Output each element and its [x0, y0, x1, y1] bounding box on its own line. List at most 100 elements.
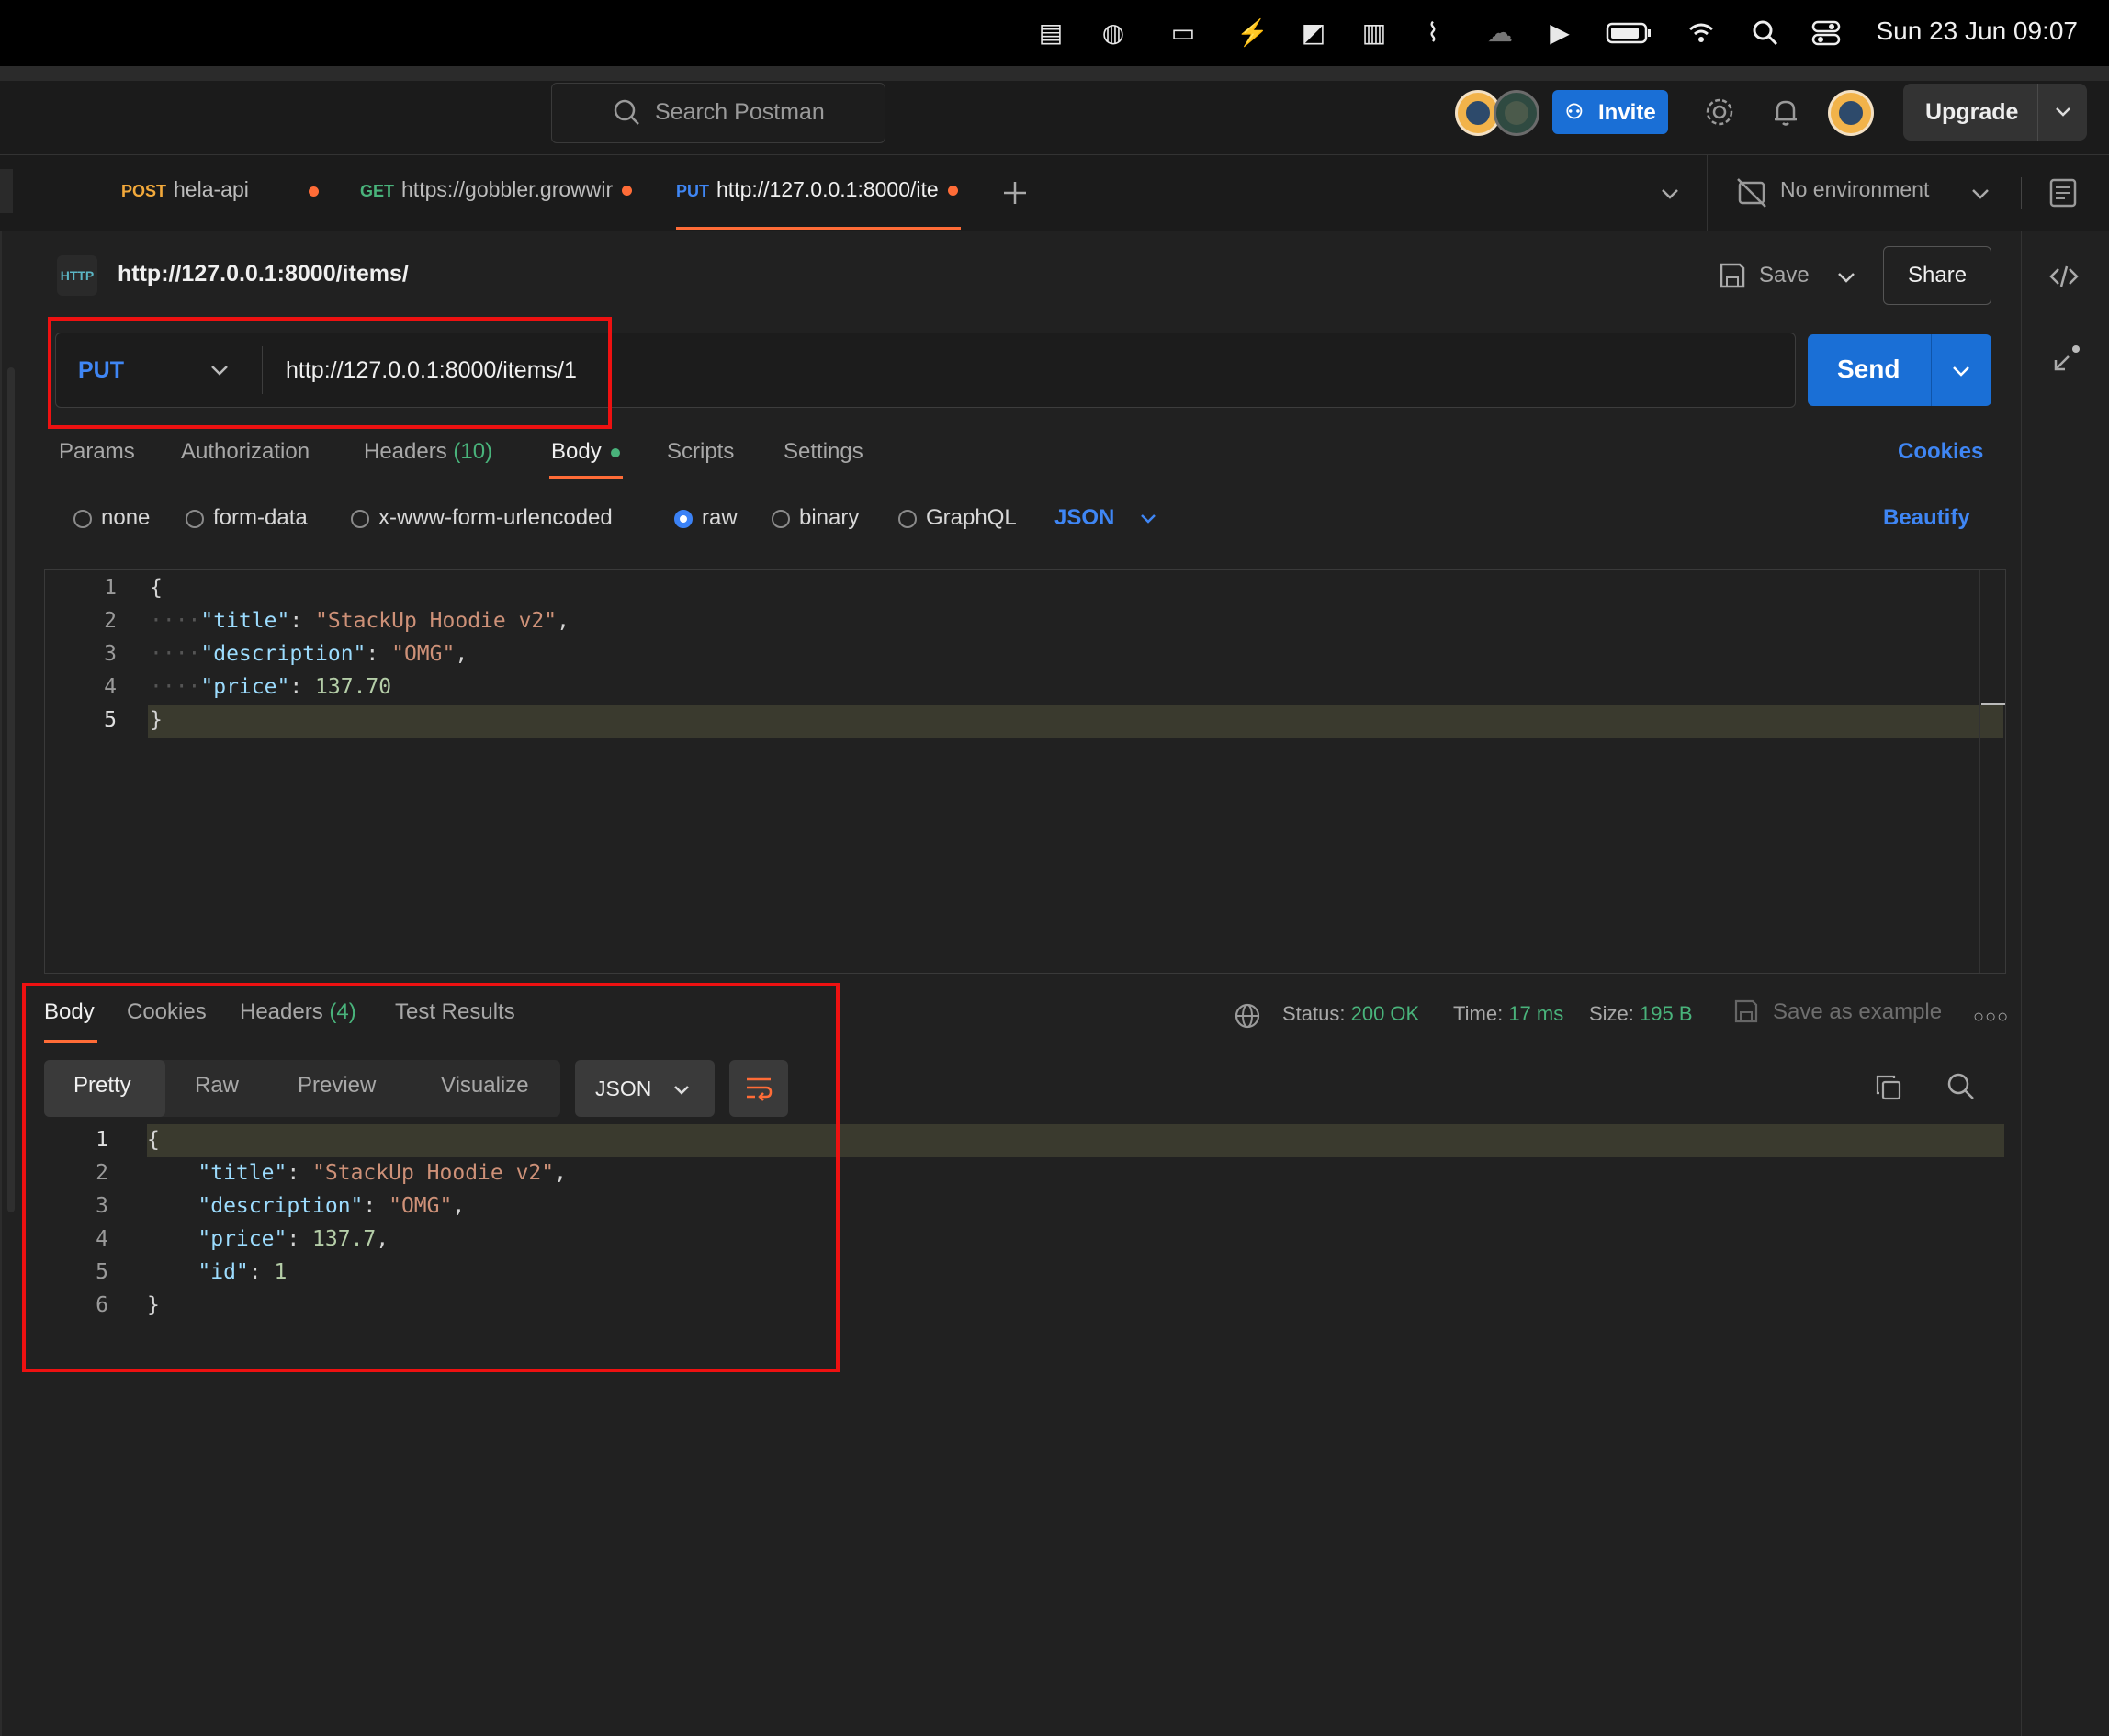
line-number: 4: [104, 675, 117, 699]
tab-scripts[interactable]: Scripts: [667, 439, 734, 465]
right-sidebar-divider: [2021, 231, 2022, 1736]
search-icon: [613, 98, 642, 128]
sidebar-toggle[interactable]: [0, 169, 13, 213]
search-input[interactable]: Search Postman: [551, 83, 885, 143]
radio-raw[interactable]: raw: [674, 505, 738, 531]
tab-settings[interactable]: Settings: [784, 439, 863, 465]
beautify-button[interactable]: Beautify: [1883, 505, 1970, 531]
new-tab-plus-icon[interactable]: [1001, 179, 1029, 207]
divider: [1707, 155, 1708, 231]
add-user-icon: ⚇: [1565, 100, 1584, 123]
code-icon[interactable]: [2048, 261, 2080, 292]
tabs-dropdown-chevron-icon[interactable]: [1659, 183, 1681, 205]
chevron-down-icon[interactable]: [1137, 507, 1159, 529]
environment-quick-look-icon[interactable]: [2048, 177, 2080, 209]
send-button[interactable]: Send: [1808, 334, 1991, 406]
search-icon[interactable]: [1945, 1071, 1977, 1102]
divider: [2037, 84, 2038, 141]
save-dropdown-chevron-icon[interactable]: [1835, 266, 1857, 288]
window-icon[interactable]: ▭: [1168, 18, 1198, 48]
highlight-box: [22, 983, 840, 1372]
tab-params[interactable]: Params: [59, 439, 135, 465]
tab-headers[interactable]: Headers (10): [364, 439, 492, 465]
cookies-link[interactable]: Cookies: [1898, 439, 1983, 465]
more-options-icon[interactable]: ○○○: [1973, 1007, 2009, 1028]
active-tab-indicator: [676, 227, 961, 230]
left-sidebar-edge: [0, 231, 2, 1736]
request-title[interactable]: http://127.0.0.1:8000/items/: [118, 261, 409, 287]
save-icon: [1732, 998, 1760, 1025]
play-icon[interactable]: ▶: [1545, 18, 1574, 48]
divider: [2021, 177, 2022, 209]
save-as-example-button[interactable]: Save as example: [1773, 999, 1942, 1025]
format-selector[interactable]: JSON: [1054, 505, 1114, 531]
tab-body[interactable]: Body: [551, 439, 620, 465]
scroll-marker: [1981, 703, 2005, 705]
share-button[interactable]: Share: [1883, 246, 1991, 305]
no-environment-icon: [1736, 177, 1767, 209]
cloud-icon[interactable]: ☁: [1479, 18, 1521, 48]
globe-icon[interactable]: [1233, 1001, 1262, 1031]
user-avatar[interactable]: [1828, 90, 1874, 136]
radio-binary[interactable]: binary: [772, 505, 859, 531]
bolt-app-icon[interactable]: ⚡: [1236, 18, 1269, 48]
clock: Sun 23 Jun 09:07: [1876, 17, 2078, 45]
code-line: }: [150, 708, 163, 732]
http-icon: HTTP: [57, 255, 97, 296]
code-line: ····"price": 137.70: [150, 675, 392, 699]
app-icon[interactable]: ◩: [1299, 18, 1328, 48]
line-number: 2: [104, 609, 117, 633]
control-center-icon[interactable]: [1811, 18, 1841, 48]
radio-form-data[interactable]: form-data: [186, 505, 308, 531]
editor-scrollbar-track: [1979, 570, 1980, 973]
divider: [1931, 334, 1932, 406]
menu-bar: ▤ ◍ ▭ ⚡ ◩ ▥ ⌇ ☁ ▶ Sun 23 Jun 09:07: [0, 0, 2109, 66]
chevron-down-icon[interactable]: [2052, 100, 2074, 122]
environment-selector[interactable]: No environment: [1780, 177, 1929, 202]
search-icon[interactable]: [1751, 18, 1780, 48]
upgrade-button[interactable]: Upgrade: [1903, 84, 2087, 141]
app-header: Search Postman ⚇ Invite Upgrade: [0, 81, 2109, 155]
code-line: {: [150, 576, 163, 600]
unsaved-dot: [947, 186, 958, 197]
line-number: 3: [104, 642, 117, 666]
scrollbar[interactable]: [7, 367, 15, 1212]
copy-icon[interactable]: [1874, 1073, 1903, 1102]
bars-icon[interactable]: ▥: [1359, 18, 1389, 48]
search-placeholder: Search Postman: [655, 99, 825, 125]
unsaved-dot: [622, 186, 633, 197]
tab-hela-api[interactable]: POST hela-api: [121, 177, 249, 202]
wifi-icon[interactable]: [1686, 18, 1716, 48]
chevron-down-icon[interactable]: [1969, 183, 1991, 205]
line-number: 5: [104, 708, 117, 732]
tab-authorization[interactable]: Authorization: [181, 439, 310, 465]
time-indicator[interactable]: Time: 17 ms: [1453, 1002, 1563, 1026]
request-tabs-bar: POST hela-api GET https://gobbler.growwir …: [0, 155, 2109, 231]
code-line: ····"description": "OMG",: [150, 642, 468, 666]
globe-icon[interactable]: ◍: [1099, 18, 1128, 48]
clipboard-icon[interactable]: ▤: [1036, 18, 1066, 48]
radio-graphql[interactable]: GraphQL: [898, 505, 1017, 531]
window-top-border: [0, 66, 2109, 81]
status-dot: [610, 447, 620, 457]
related-collections-icon[interactable]: [2050, 344, 2081, 375]
current-line-highlight: [148, 705, 2003, 738]
size-indicator[interactable]: Size: 195 B: [1589, 1002, 1693, 1026]
paperclip-icon[interactable]: ⌇: [1418, 18, 1448, 48]
radio-none[interactable]: none: [73, 505, 150, 531]
status-indicator[interactable]: Status: 200 OK: [1282, 1002, 1419, 1026]
request-body-editor[interactable]: 1 2 3 4 5 { ····"title": "StackUp Hoodie…: [44, 569, 2006, 974]
chevron-down-icon[interactable]: [1949, 359, 1973, 383]
invite-button[interactable]: ⚇ Invite: [1552, 90, 1668, 134]
line-number: 1: [104, 576, 117, 600]
tab-put-items[interactable]: PUT http://127.0.0.1:8000/ite: [676, 177, 958, 202]
bell-icon[interactable]: [1769, 96, 1802, 129]
gear-icon[interactable]: [1703, 96, 1736, 129]
save-button[interactable]: Save: [1759, 263, 1810, 288]
avatar[interactable]: [1494, 90, 1539, 136]
radio-urlencoded[interactable]: x-www-form-urlencoded: [351, 505, 613, 531]
battery-icon[interactable]: [1606, 18, 1653, 48]
active-tab-indicator: [549, 476, 623, 479]
tab-gobbler[interactable]: GET https://gobbler.growwir: [360, 177, 633, 202]
highlight-box: [48, 317, 612, 429]
